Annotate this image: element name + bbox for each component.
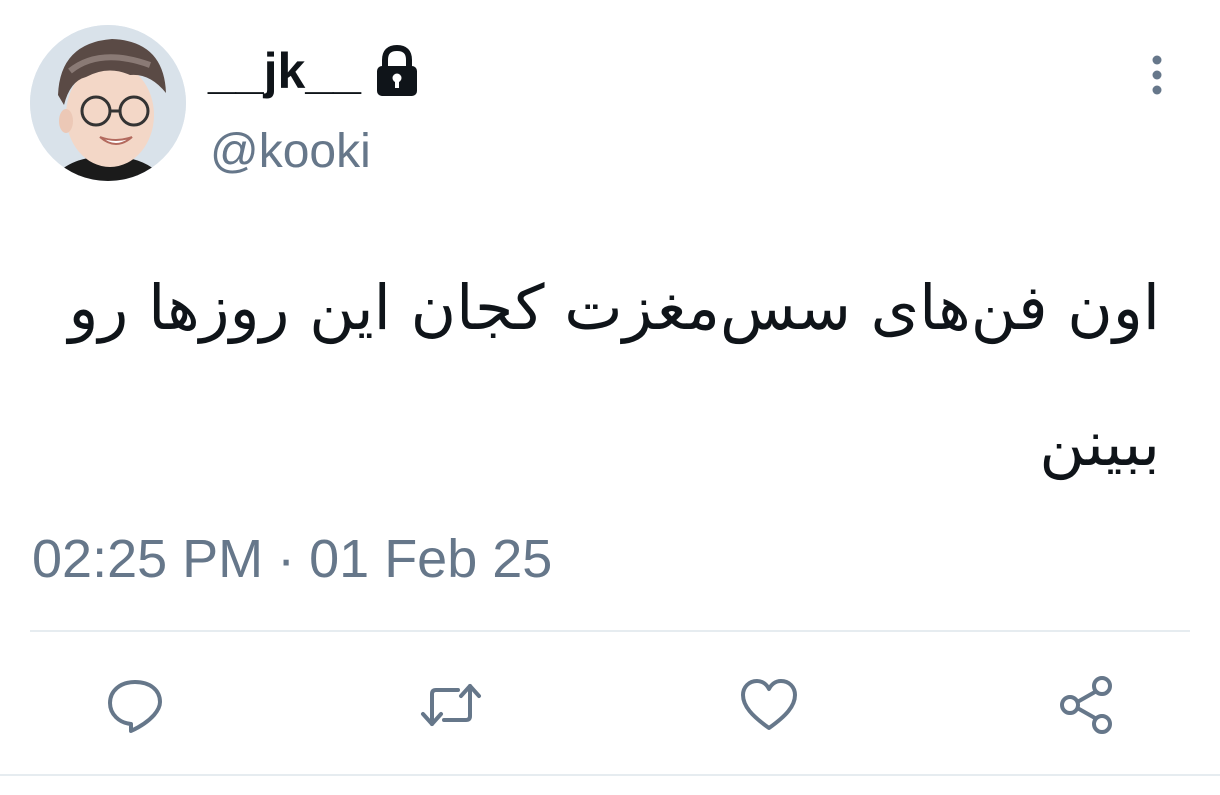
tweet-text: اون فن‌های سس‌مغزت کجان این روزها رو ببی… (68, 271, 1160, 480)
lock-icon (373, 44, 421, 98)
like-button[interactable] (736, 672, 802, 738)
tweet-date: 01 Feb 25 (309, 529, 553, 589)
display-name-row: __jk__ (208, 36, 421, 106)
timestamp-separator: · (277, 529, 296, 589)
display-name[interactable]: __jk__ (208, 46, 361, 96)
share-icon (1060, 676, 1112, 734)
reply-button[interactable] (102, 672, 168, 738)
more-vertical-icon[interactable] (1142, 52, 1172, 98)
bottom-divider (0, 774, 1220, 776)
avatar[interactable] (30, 25, 186, 181)
tweet-time: 02:25 PM (32, 529, 264, 589)
like-icon (741, 679, 797, 730)
retweet-icon (421, 684, 481, 726)
share-button[interactable] (1054, 672, 1120, 738)
tweet-timestamp[interactable]: 02:25 PM · 01 Feb 25 (32, 532, 552, 586)
avatar-image (30, 25, 186, 181)
reply-icon (108, 680, 162, 733)
user-handle[interactable]: @kooki (210, 128, 371, 176)
retweet-button[interactable] (418, 672, 484, 738)
divider (30, 630, 1190, 632)
